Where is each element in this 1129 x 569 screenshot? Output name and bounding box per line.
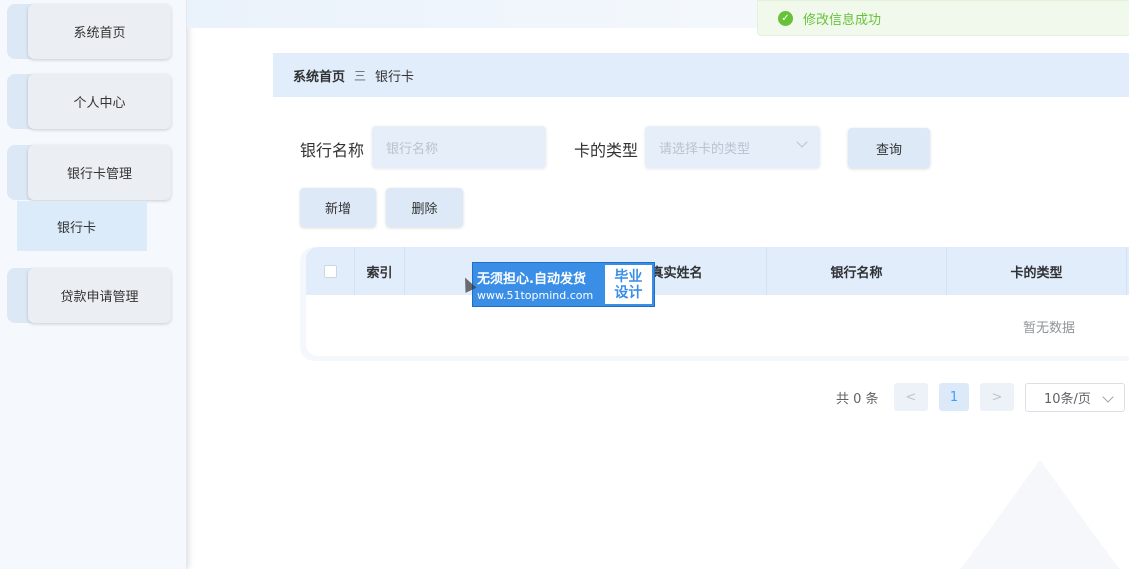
- column-header-bank-name: 银行名称: [767, 247, 947, 295]
- card-type-label: 卡的类型: [574, 141, 639, 160]
- success-toast: ✓ 修改信息成功: [757, 0, 1129, 36]
- watermark-text: 无须担心.自动发货 www.51topmind.com: [473, 263, 605, 306]
- card-type-placeholder: 请选择卡的类型: [659, 141, 751, 157]
- breadcrumb-home[interactable]: 系统首页: [293, 66, 345, 85]
- watermark-badge-line2: 设计: [614, 284, 643, 301]
- sidebar-group-bankcard: 银行卡管理: [7, 145, 171, 200]
- pagination-page-1[interactable]: 1: [939, 383, 969, 411]
- bank-name-input[interactable]: 银行名称: [372, 126, 546, 168]
- sidebar: 系统首页 个人中心 银行卡管理 银行卡 贷款申请管理: [0, 0, 187, 569]
- add-button[interactable]: 新增: [300, 188, 376, 227]
- sidebar-item-loan-management[interactable]: 贷款申请管理: [28, 268, 171, 323]
- query-button[interactable]: 查询: [848, 128, 930, 168]
- breadcrumb-separator: 三: [354, 68, 367, 83]
- background-decoration: [960, 460, 1120, 569]
- chevron-down-icon: [796, 136, 808, 148]
- bank-name-label: 银行名称: [300, 141, 365, 160]
- chevron-down-icon: [1102, 391, 1114, 403]
- page-size-value: 10条/页: [1044, 392, 1091, 407]
- sidebar-group-loan: 贷款申请管理: [7, 268, 171, 323]
- check-circle-icon: ✓: [778, 10, 793, 26]
- breadcrumb: 系统首页 三 银行卡: [273, 53, 1129, 97]
- sidebar-item-profile[interactable]: 个人中心: [28, 74, 171, 129]
- sidebar-item-home[interactable]: 系统首页: [28, 4, 171, 59]
- sidebar-group-home: 系统首页: [7, 4, 171, 59]
- column-header-card-type: 卡的类型: [947, 247, 1127, 295]
- card-type-select[interactable]: 请选择卡的类型: [645, 126, 820, 168]
- table-body: 索引 真实姓名 银行名称 卡的类型 暂无数据: [306, 247, 1129, 356]
- page-size-select[interactable]: 10条/页: [1025, 383, 1125, 412]
- watermark-line2: www.51topmind.com: [477, 288, 594, 302]
- table-empty-text: 暂无数据: [1023, 321, 1076, 336]
- pagination-prev-button[interactable]: <: [894, 383, 928, 411]
- watermark-line1: 无须担心.自动发货: [477, 271, 586, 287]
- sidebar-item-bankcard-management[interactable]: 银行卡管理: [28, 145, 171, 200]
- watermark-badge: 毕业 设计: [604, 265, 652, 304]
- breadcrumb-current: 银行卡: [375, 69, 415, 85]
- sidebar-subitem-bankcard[interactable]: 银行卡: [17, 201, 147, 251]
- data-table: 索引 真实姓名 银行名称 卡的类型 暂无数据: [300, 247, 1129, 361]
- select-all-checkbox[interactable]: [323, 264, 337, 278]
- watermark-banner: 无须担心.自动发货 www.51topmind.com 毕业 设计: [472, 262, 655, 307]
- sidebar-group-profile: 个人中心: [7, 74, 171, 129]
- table-header: 索引 真实姓名 银行名称 卡的类型: [306, 247, 1129, 295]
- column-header-index: 索引: [355, 247, 405, 295]
- pagination-total: 共 0 条: [836, 392, 879, 407]
- bank-name-placeholder: 银行名称: [386, 141, 439, 157]
- toast-message: 修改信息成功: [803, 12, 882, 28]
- pagination-next-button[interactable]: >: [980, 383, 1014, 411]
- delete-button[interactable]: 删除: [386, 188, 463, 227]
- select-all-cell: [306, 247, 355, 295]
- watermark-badge-line1: 毕业: [614, 268, 643, 285]
